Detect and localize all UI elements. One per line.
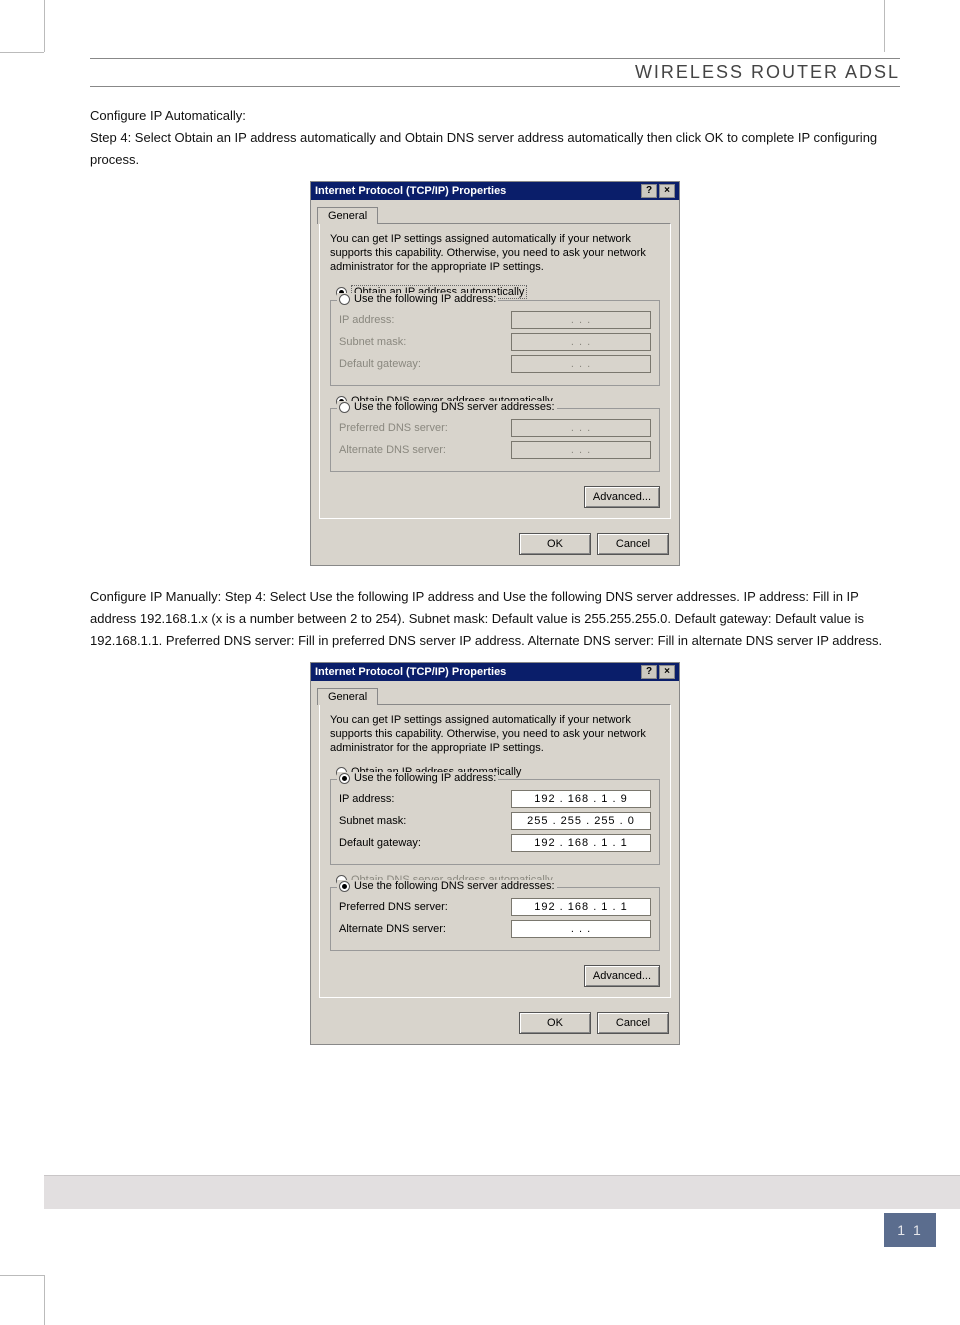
page-header-rule: WIRELESS ROUTER ADSL [90, 58, 900, 87]
crop-mark [0, 1275, 44, 1276]
label-ip: IP address: [339, 793, 394, 805]
input-ip[interactable]: . . . [511, 311, 651, 329]
ip-group: Use the following IP address: IP address… [330, 300, 660, 386]
radio-use-ip-label: Use the following IP address: [354, 293, 496, 305]
tcpip-dialog-auto: Internet Protocol (TCP/IP) Properties ? … [310, 181, 680, 566]
tab-strip: General [311, 200, 679, 223]
label-ip: IP address: [339, 314, 394, 326]
radio-icon [339, 773, 350, 784]
advanced-button[interactable]: Advanced... [584, 486, 660, 508]
dns-group: Use the following DNS server addresses: … [330, 887, 660, 951]
radio-use-dns[interactable]: Use the following DNS server addresses: [337, 880, 557, 892]
label-subnet: Subnet mask: [339, 815, 406, 827]
para-manual-step: Configure IP Manually: Step 4: Select Us… [90, 586, 900, 652]
dialog-titlebar: Internet Protocol (TCP/IP) Properties ? … [311, 663, 679, 681]
radio-icon [339, 294, 350, 305]
crop-mark [44, 0, 45, 52]
input-subnet[interactable]: . . . [511, 333, 651, 351]
radio-use-dns-label: Use the following DNS server addresses: [354, 880, 555, 892]
dialog-panel: You can get IP settings assigned automat… [319, 704, 671, 998]
tab-general[interactable]: General [317, 207, 378, 224]
label-gateway: Default gateway: [339, 837, 421, 849]
input-subnet[interactable]: 255 . 255 . 255 . 0 [511, 812, 651, 830]
label-pref-dns: Preferred DNS server: [339, 901, 448, 913]
input-alt-dns[interactable]: . . . [511, 441, 651, 459]
crop-mark [0, 52, 44, 53]
radio-use-ip-label: Use the following IP address: [354, 772, 496, 784]
cancel-button[interactable]: Cancel [597, 533, 669, 555]
help-button[interactable]: ? [641, 665, 657, 679]
close-button[interactable]: × [659, 184, 675, 198]
page-header-title: WIRELESS ROUTER ADSL [90, 62, 900, 83]
para-auto-step: Step 4: Select Obtain an IP address auto… [90, 127, 900, 171]
input-pref-dns[interactable]: . . . [511, 419, 651, 437]
radio-use-ip[interactable]: Use the following IP address: [337, 772, 498, 784]
advanced-button[interactable]: Advanced... [584, 965, 660, 987]
label-pref-dns: Preferred DNS server: [339, 422, 448, 434]
input-pref-dns[interactable]: 192 . 168 . 1 . 1 [511, 898, 651, 916]
dialog-button-row: OK Cancel [311, 1006, 679, 1044]
dialog-title: Internet Protocol (TCP/IP) Properties [315, 185, 506, 197]
close-button[interactable]: × [659, 665, 675, 679]
label-gateway: Default gateway: [339, 358, 421, 370]
dialog-description: You can get IP settings assigned automat… [330, 232, 660, 274]
tcpip-dialog-manual: Internet Protocol (TCP/IP) Properties ? … [310, 662, 680, 1045]
radio-use-ip[interactable]: Use the following IP address: [337, 293, 498, 305]
ip-group: Use the following IP address: IP address… [330, 779, 660, 865]
dialog-titlebar: Internet Protocol (TCP/IP) Properties ? … [311, 182, 679, 200]
help-button[interactable]: ? [641, 184, 657, 198]
radio-icon [339, 402, 350, 413]
label-alt-dns: Alternate DNS server: [339, 923, 446, 935]
footer-band [44, 1175, 960, 1209]
tab-general[interactable]: General [317, 688, 378, 705]
crop-mark [44, 1275, 45, 1325]
input-alt-dns[interactable]: . . . [511, 920, 651, 938]
ok-button[interactable]: OK [519, 533, 591, 555]
page-number: 1 1 [884, 1213, 936, 1247]
dialog-panel: You can get IP settings assigned automat… [319, 223, 671, 519]
para-auto-heading: Configure IP Automatically: [90, 105, 900, 127]
dialog-title: Internet Protocol (TCP/IP) Properties [315, 666, 506, 678]
radio-use-dns[interactable]: Use the following DNS server addresses: [337, 401, 557, 413]
radio-icon [339, 881, 350, 892]
input-gateway[interactable]: 192 . 168 . 1 . 1 [511, 834, 651, 852]
label-subnet: Subnet mask: [339, 336, 406, 348]
input-ip[interactable]: 192 . 168 . 1 . 9 [511, 790, 651, 808]
dialog-description: You can get IP settings assigned automat… [330, 713, 660, 755]
input-gateway[interactable]: . . . [511, 355, 651, 373]
tab-strip: General [311, 681, 679, 704]
label-alt-dns: Alternate DNS server: [339, 444, 446, 456]
radio-use-dns-label: Use the following DNS server addresses: [354, 401, 555, 413]
dialog-button-row: OK Cancel [311, 527, 679, 565]
cancel-button[interactable]: Cancel [597, 1012, 669, 1034]
ok-button[interactable]: OK [519, 1012, 591, 1034]
dns-group: Use the following DNS server addresses: … [330, 408, 660, 472]
